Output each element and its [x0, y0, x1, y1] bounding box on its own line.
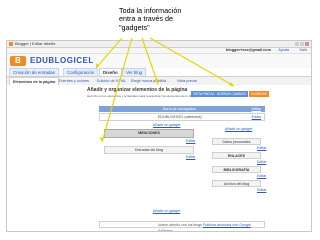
arrow-line-4 — [149, 37, 235, 87]
arrow-line-3 — [141, 37, 159, 85]
arrow-head-3 — [155, 79, 159, 84]
annotation-arrows — [95, 37, 235, 143]
arrow-line-2 — [101, 37, 133, 143]
arrow-head-2 — [99, 137, 104, 142]
arrow-line-1 — [95, 37, 123, 69]
annotation-arrow-lines — [95, 37, 235, 143]
